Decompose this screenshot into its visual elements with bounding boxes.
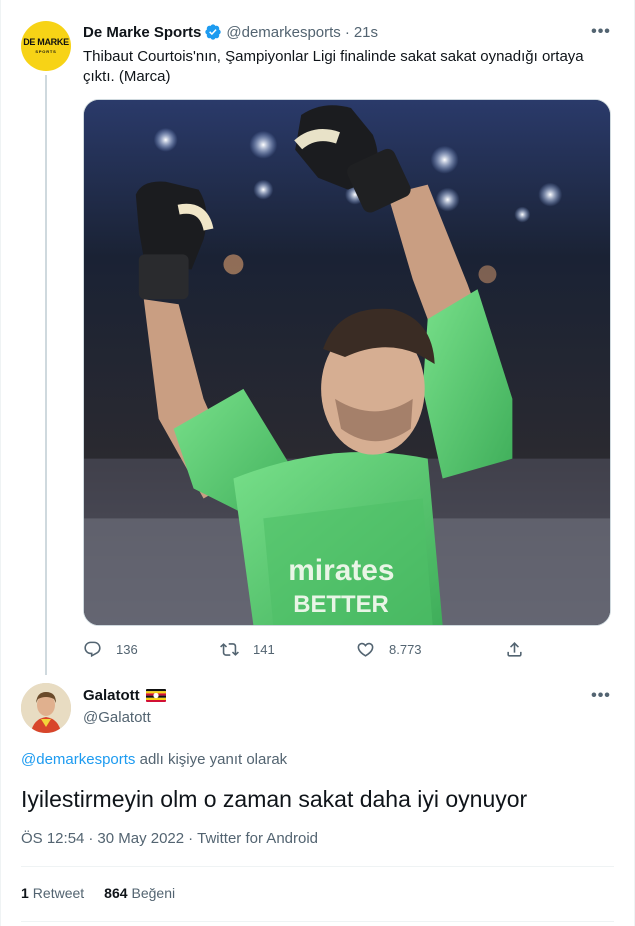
reply-author-handle[interactable]: @Galatott: [83, 709, 151, 726]
retweet-button[interactable]: 141: [220, 638, 275, 660]
retweet-count: 141: [253, 641, 275, 657]
likes-number: 864: [104, 885, 128, 901]
likes-stat-link[interactable]: 864 Beğeni: [104, 885, 175, 901]
reply-author-avatar[interactable]: [21, 683, 71, 733]
retweets-stat-link[interactable]: 1 Retweet: [21, 885, 84, 901]
reply-author-name[interactable]: Galatott: [83, 687, 140, 704]
reply-button[interactable]: 136: [83, 638, 138, 660]
thread-connector-line: [45, 75, 47, 675]
more-options-icon[interactable]: •••: [590, 23, 612, 40]
tweet-media-photo[interactable]: mirates BETTER: [83, 99, 611, 626]
replying-to-mention-link[interactable]: @demarkesports: [21, 751, 135, 768]
uganda-flag-icon: [145, 689, 166, 702]
tweet-timestamp[interactable]: 21s: [354, 24, 378, 41]
like-count: 8.773: [389, 641, 422, 657]
reply-tweet-text: Iyilestirmeyin olm o zaman sakat daha iy…: [21, 786, 528, 812]
author-name[interactable]: De Marke Sports: [83, 24, 201, 41]
tweet-action-bar: 136 141 8.773: [83, 638, 533, 660]
heart-icon: [357, 642, 374, 657]
replying-to-line: @demarkesports adlı kişiye yanıt olarak: [21, 751, 287, 768]
author-handle[interactable]: @demarkesports: [226, 24, 340, 41]
tweet-time[interactable]: ÖS 12:54: [21, 830, 84, 847]
tweet-metadata: ÖS 12:54 · 30 May 2022 · Twitter for Android: [21, 830, 318, 847]
reply-author-name-row: Galatott: [83, 687, 166, 704]
parent-tweet-header: De Marke Sports @demarkesports · 21s: [83, 22, 378, 42]
meta-separator: ·: [188, 830, 194, 847]
like-button[interactable]: 8.773: [356, 638, 422, 660]
retweets-number: 1: [21, 885, 29, 901]
share-button[interactable]: [505, 638, 524, 660]
tweet-source: Twitter for Android: [197, 830, 319, 847]
avatar-portrait-illustration: [21, 683, 71, 733]
divider: [21, 921, 614, 922]
retweets-label: Retweet: [32, 885, 85, 901]
replying-to-suffix: adlı kişiye yanıt olarak: [135, 751, 288, 768]
reply-more-options-icon[interactable]: •••: [590, 687, 612, 704]
goalkeeper-photo-illustration: mirates BETTER: [84, 100, 610, 625]
meta-separator: ·: [88, 830, 94, 847]
tweet-date[interactable]: 30 May 2022: [97, 830, 184, 847]
header-separator: ·: [344, 23, 350, 41]
share-icon: [507, 641, 522, 657]
avatar-logo-text: DE MARKE: [23, 37, 69, 47]
tweet-detail-page: DE MARKE SPORTS De Marke Sports @demarke…: [0, 0, 635, 926]
likes-label: Beğeni: [131, 885, 176, 901]
verified-badge-icon: [205, 24, 222, 40]
reply-count: 136: [116, 641, 138, 657]
author-avatar[interactable]: DE MARKE SPORTS: [21, 21, 71, 71]
reply-icon: [84, 641, 101, 657]
avatar-logo-subtext: SPORTS: [35, 49, 57, 54]
svg-text:mirates: mirates: [288, 554, 394, 587]
svg-text:BETTER: BETTER: [293, 591, 389, 618]
divider: [21, 866, 614, 867]
parent-tweet-text: Thibaut Courtois'nın, Şampiyonlar Ligi f…: [83, 48, 584, 85]
engagement-stats: 1 Retweet 864 Beğeni: [21, 885, 195, 901]
retweet-icon: [220, 642, 239, 656]
